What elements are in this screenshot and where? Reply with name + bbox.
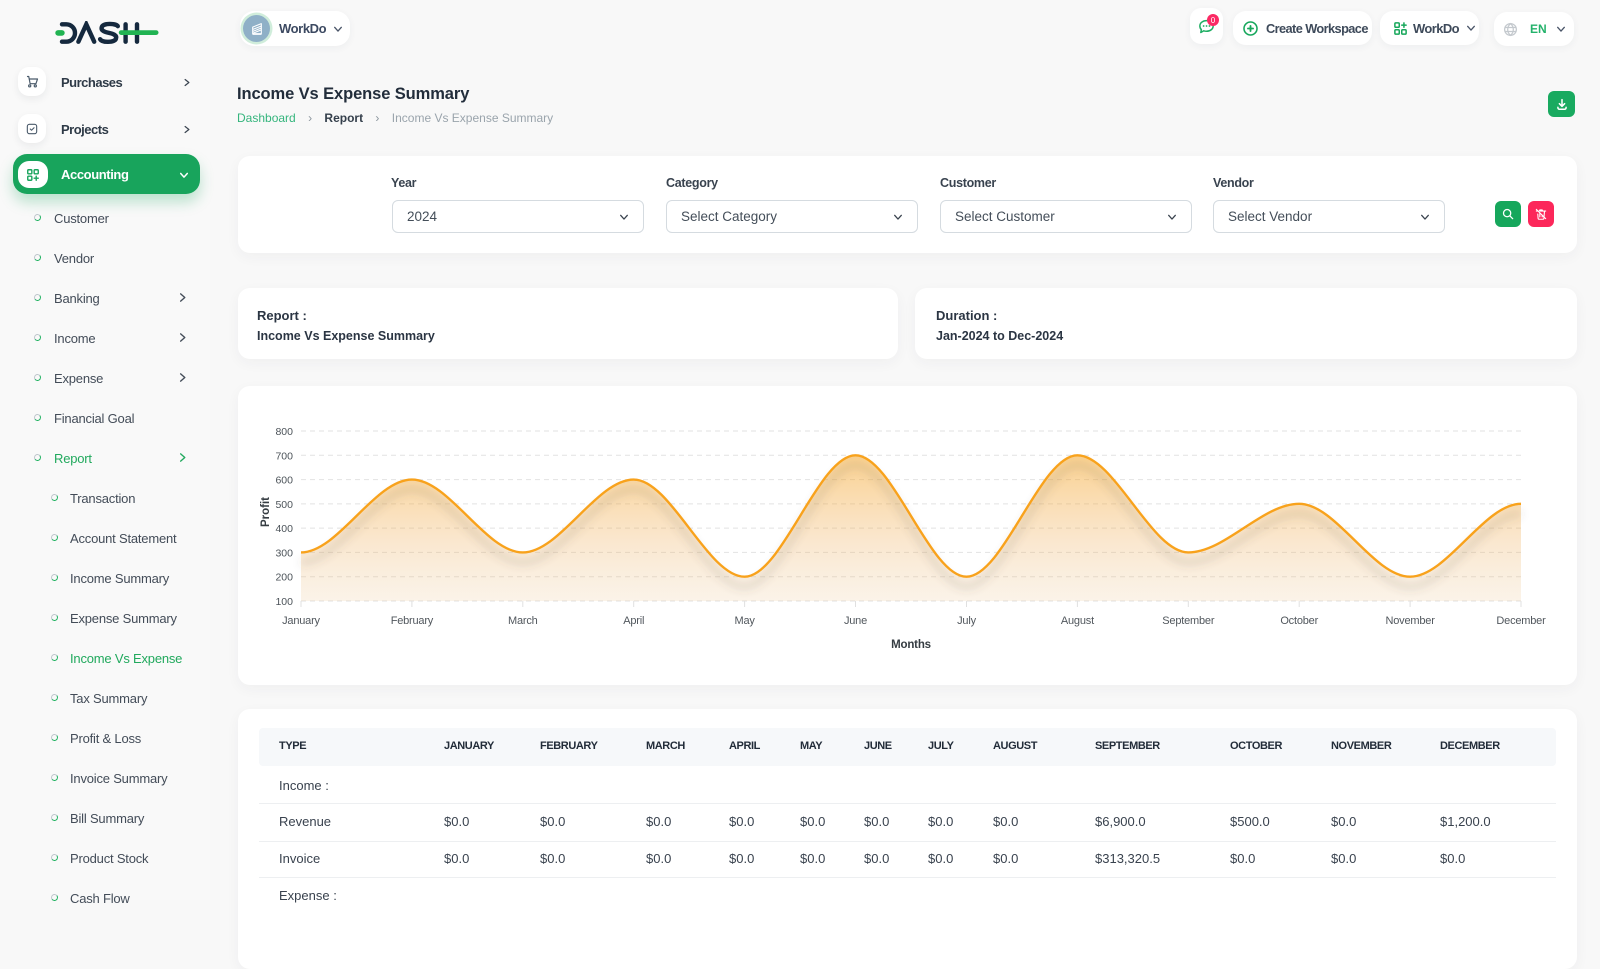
svg-text:November: November (1386, 615, 1436, 627)
svg-text:October: October (1280, 615, 1318, 627)
svg-text:July: July (957, 615, 976, 627)
svg-text:February: February (391, 615, 434, 627)
svg-text:January: January (282, 615, 320, 627)
svg-text:500: 500 (275, 499, 293, 511)
svg-text:800: 800 (275, 426, 293, 438)
svg-text:Profit: Profit (260, 497, 272, 527)
svg-text:September: September (1162, 615, 1215, 627)
svg-text:December: December (1496, 615, 1546, 627)
svg-text:August: August (1061, 615, 1094, 627)
svg-text:May: May (735, 615, 756, 627)
svg-text:400: 400 (275, 523, 293, 535)
svg-text:600: 600 (275, 475, 293, 487)
svg-text:300: 300 (275, 547, 293, 559)
svg-text:100: 100 (275, 596, 293, 608)
svg-text:200: 200 (275, 572, 293, 584)
svg-text:700: 700 (275, 450, 293, 462)
svg-text:Months: Months (891, 639, 931, 651)
svg-text:April: April (623, 615, 644, 627)
svg-text:June: June (844, 615, 867, 627)
svg-text:March: March (508, 615, 538, 627)
